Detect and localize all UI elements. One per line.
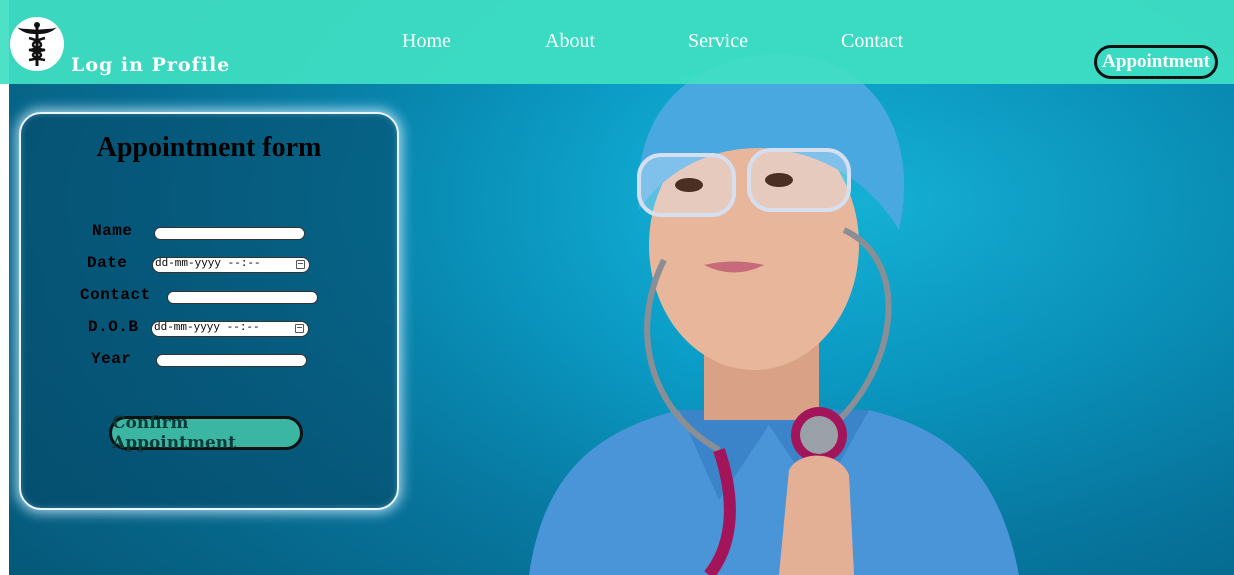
contact-label: Contact xyxy=(80,286,151,304)
top-navbar: Log in Profile Home About Service Contac… xyxy=(0,0,1234,84)
form-title: Appointment form xyxy=(96,132,322,163)
appointment-button[interactable]: Appointment xyxy=(1094,45,1218,79)
login-profile-link[interactable]: Log in Profile xyxy=(71,54,230,76)
nav-about[interactable]: About xyxy=(545,30,595,53)
dob-input[interactable]: dd-mm-yyyy --:-- xyxy=(151,321,309,337)
contact-input[interactable] xyxy=(167,291,318,304)
nav-contact[interactable]: Contact xyxy=(841,30,903,53)
nurse-photo xyxy=(529,54,1019,575)
calendar-icon[interactable] xyxy=(296,260,305,269)
dob-label: D.O.B xyxy=(88,318,139,336)
calendar-icon[interactable] xyxy=(295,324,304,333)
year-input[interactable] xyxy=(156,354,307,367)
year-label: Year xyxy=(91,350,132,368)
date-input[interactable]: dd-mm-yyyy --:-- xyxy=(152,257,310,273)
nav-service[interactable]: Service xyxy=(688,30,748,53)
appointment-form: Appointment form Name Date dd-mm-yyyy --… xyxy=(19,112,399,510)
confirm-appointment-button[interactable]: Confirm Appointment xyxy=(109,413,303,453)
name-label: Name xyxy=(92,222,133,240)
nav-home[interactable]: Home xyxy=(402,30,451,53)
date-placeholder: dd-mm-yyyy --:-- xyxy=(155,258,261,270)
dob-placeholder: dd-mm-yyyy --:-- xyxy=(154,322,260,334)
caduceus-icon[interactable] xyxy=(10,17,64,71)
date-label: Date xyxy=(87,254,128,272)
name-input[interactable] xyxy=(154,227,305,240)
